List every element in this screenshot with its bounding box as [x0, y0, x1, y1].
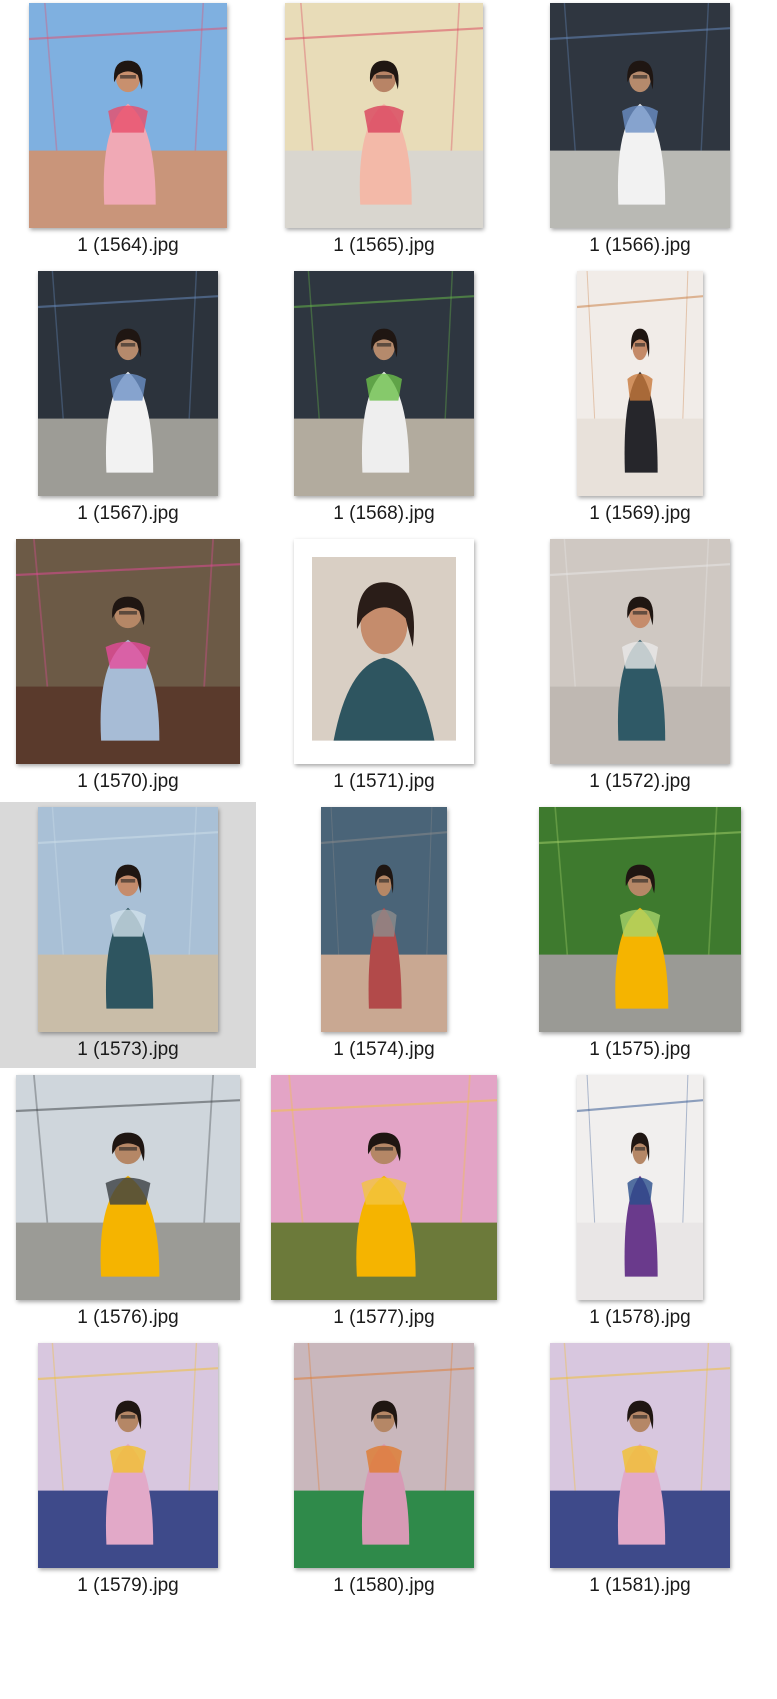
thumbnail-area	[512, 268, 768, 518]
thumbnail-area	[256, 804, 512, 1054]
file-name-label: 1 (1568).jpg	[333, 503, 435, 524]
thumbnail-area	[0, 536, 256, 786]
image-thumbnail[interactable]	[29, 3, 227, 228]
file-name-label: 1 (1579).jpg	[77, 1575, 179, 1596]
file-tile[interactable]: 1 (1580).jpg	[256, 1340, 512, 1608]
file-tile[interactable]: 1 (1571).jpg	[256, 536, 512, 804]
image-thumbnail[interactable]	[577, 271, 703, 496]
file-name-label: 1 (1572).jpg	[589, 771, 691, 792]
file-name-label: 1 (1577).jpg	[333, 1307, 435, 1328]
thumbnail-area	[256, 268, 512, 518]
file-name-label: 1 (1566).jpg	[589, 235, 691, 256]
file-tile[interactable]: 1 (1579).jpg	[0, 1340, 256, 1608]
file-name-label: 1 (1581).jpg	[589, 1575, 691, 1596]
thumbnail-area	[512, 0, 768, 250]
file-tile[interactable]: 1 (1578).jpg	[512, 1072, 768, 1340]
thumbnail-area	[512, 536, 768, 786]
file-tile[interactable]: 1 (1569).jpg	[512, 268, 768, 536]
file-name-label: 1 (1567).jpg	[77, 503, 179, 524]
file-tile[interactable]: 1 (1574).jpg	[256, 804, 512, 1072]
thumbnail-area	[256, 536, 512, 786]
file-name-label: 1 (1565).jpg	[333, 235, 435, 256]
image-thumbnail[interactable]	[38, 271, 218, 496]
file-name-label: 1 (1575).jpg	[589, 1039, 691, 1060]
thumbnail-area	[0, 0, 256, 250]
thumbnail-area	[0, 268, 256, 518]
thumbnail-area	[512, 804, 768, 1054]
file-tile[interactable]: 1 (1564).jpg	[0, 0, 256, 268]
file-name-label: 1 (1576).jpg	[77, 1307, 179, 1328]
thumbnail-area	[512, 1340, 768, 1590]
image-thumbnail[interactable]	[285, 3, 483, 228]
file-name-label: 1 (1571).jpg	[333, 771, 435, 792]
image-thumbnail[interactable]	[294, 1343, 474, 1568]
file-name-label: 1 (1569).jpg	[589, 503, 691, 524]
file-tile[interactable]: 1 (1565).jpg	[256, 0, 512, 268]
file-tile[interactable]: 1 (1566).jpg	[512, 0, 768, 268]
file-name-label: 1 (1578).jpg	[589, 1307, 691, 1328]
file-tile[interactable]: 1 (1568).jpg	[256, 268, 512, 536]
image-thumbnail[interactable]	[38, 807, 218, 1032]
image-thumbnail[interactable]	[271, 1075, 497, 1300]
thumbnail-area	[256, 1072, 512, 1322]
file-tile[interactable]: 1 (1573).jpg	[0, 802, 256, 1068]
image-thumbnail[interactable]	[16, 539, 240, 764]
image-thumbnail[interactable]	[550, 539, 730, 764]
file-tile[interactable]: 1 (1567).jpg	[0, 268, 256, 536]
file-tile[interactable]: 1 (1570).jpg	[0, 536, 256, 804]
thumbnail-area	[0, 1072, 256, 1322]
file-tile[interactable]: 1 (1572).jpg	[512, 536, 768, 804]
file-name-label: 1 (1573).jpg	[77, 1039, 179, 1060]
file-name-label: 1 (1570).jpg	[77, 771, 179, 792]
file-name-label: 1 (1574).jpg	[333, 1039, 435, 1060]
image-thumbnail[interactable]	[550, 1343, 730, 1568]
thumbnail-area	[0, 1340, 256, 1590]
file-thumbnail-grid: 1 (1564).jpg 1 (1565).jpg 1 (1566).jpg 1…	[0, 0, 777, 1699]
thumbnail-area	[0, 802, 256, 1052]
image-thumbnail[interactable]	[294, 271, 474, 496]
image-thumbnail[interactable]	[550, 3, 730, 228]
image-thumbnail[interactable]	[16, 1075, 240, 1300]
image-thumbnail[interactable]	[294, 539, 474, 764]
thumbnail-area	[512, 1072, 768, 1322]
file-tile[interactable]: 1 (1577).jpg	[256, 1072, 512, 1340]
image-thumbnail[interactable]	[539, 807, 741, 1032]
file-name-label: 1 (1564).jpg	[77, 235, 179, 256]
file-tile[interactable]: 1 (1575).jpg	[512, 804, 768, 1072]
image-thumbnail[interactable]	[38, 1343, 218, 1568]
image-thumbnail[interactable]	[577, 1075, 703, 1300]
file-tile[interactable]: 1 (1581).jpg	[512, 1340, 768, 1608]
thumbnail-area	[256, 0, 512, 250]
thumbnail-area	[256, 1340, 512, 1590]
image-thumbnail[interactable]	[321, 807, 447, 1032]
file-name-label: 1 (1580).jpg	[333, 1575, 435, 1596]
file-tile[interactable]: 1 (1576).jpg	[0, 1072, 256, 1340]
